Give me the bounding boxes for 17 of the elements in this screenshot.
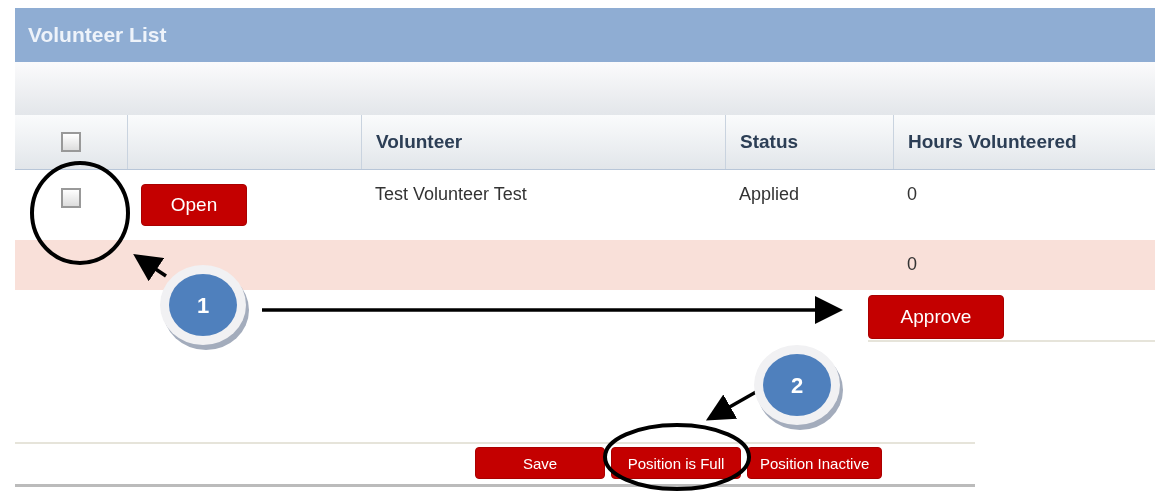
arrow xyxy=(705,390,757,421)
arrow xyxy=(133,254,167,282)
row-checkbox[interactable] xyxy=(61,188,81,208)
open-button[interactable]: Open xyxy=(141,184,247,226)
table-cell: Applied xyxy=(739,184,800,205)
column-header: Hours Volunteered xyxy=(908,131,1077,153)
footer-button[interactable]: Position is Full xyxy=(611,447,741,479)
total-hours: 0 xyxy=(907,254,917,275)
table-cell: 0 xyxy=(907,184,917,205)
panel-title: Volunteer List xyxy=(15,8,1155,62)
approve-button[interactable]: Approve xyxy=(868,295,1004,339)
select-all-checkbox[interactable] xyxy=(61,132,81,152)
table-cell: Test Volunteer Test xyxy=(375,184,527,205)
footer-button[interactable]: Position Inactive xyxy=(747,447,883,479)
column-header: Volunteer xyxy=(376,131,463,153)
column-header: Status xyxy=(740,131,799,153)
footer-button[interactable]: Save xyxy=(475,447,605,479)
